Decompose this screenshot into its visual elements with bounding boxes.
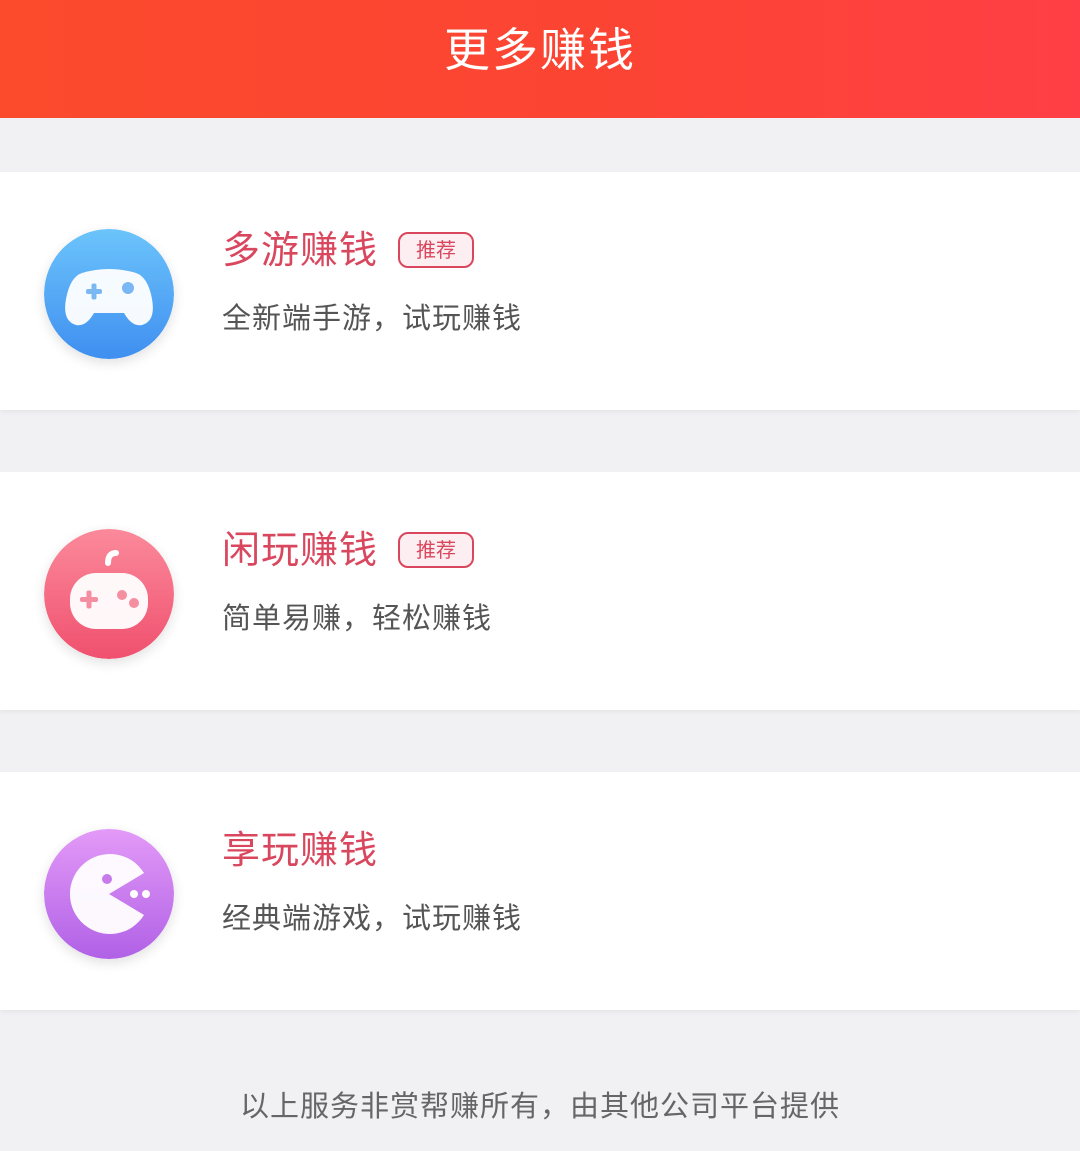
recommend-badge: 推荐 [398, 532, 474, 568]
status-bar [0, 0, 1080, 8]
pacman-icon [44, 829, 174, 959]
gamepad-icon [44, 229, 174, 359]
footer-disclaimer: 以上服务非赏帮赚所有，由其他公司平台提供 [239, 1089, 840, 1123]
game-controller-icon [44, 529, 174, 659]
item-description: 全新端手游，试玩赚钱 [222, 301, 523, 335]
item-title: 多游赚钱 [222, 228, 379, 272]
page-title: 更多赚钱 [444, 23, 636, 77]
list-item-xianwan[interactable]: 闲玩赚钱 推荐 简单易赚，轻松赚钱 [0, 472, 1080, 710]
item-title: 闲玩赚钱 [222, 528, 379, 572]
list-item-duoyou[interactable]: 多游赚钱 推荐 全新端手游，试玩赚钱 [0, 172, 1080, 410]
item-title: 享玩赚钱 [222, 828, 379, 872]
item-description: 经典端游戏，试玩赚钱 [222, 901, 523, 935]
list-item-xiangwan[interactable]: 享玩赚钱 经典端游戏，试玩赚钱 [0, 772, 1080, 1010]
recommend-badge: 推荐 [398, 232, 474, 268]
item-description: 简单易赚，轻松赚钱 [222, 601, 493, 635]
app-header: 更多赚钱 [0, 0, 1080, 118]
